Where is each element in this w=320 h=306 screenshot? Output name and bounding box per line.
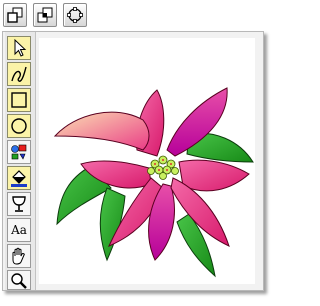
color-tool[interactable] xyxy=(7,140,31,164)
select-tool[interactable] xyxy=(7,36,31,60)
bring-to-front-button[interactable] xyxy=(3,3,27,27)
ellipse-tool[interactable] xyxy=(7,114,31,138)
rotate-button[interactable] xyxy=(63,3,87,27)
rotate-icon xyxy=(67,7,83,23)
rectangle-tool[interactable] xyxy=(7,88,31,112)
curve-tool[interactable] xyxy=(7,62,31,86)
magnifier-icon xyxy=(11,273,27,289)
drawing-canvas[interactable] xyxy=(39,38,255,284)
text-tool[interactable]: Aa xyxy=(7,218,31,242)
fill-tool[interactable] xyxy=(7,166,31,190)
poinsettia-illustration xyxy=(53,87,254,278)
ellipse-icon xyxy=(11,118,27,134)
color-palette-icon xyxy=(11,144,27,160)
send-to-back-icon xyxy=(37,7,53,23)
rectangle-icon xyxy=(11,92,27,108)
zoom-tool[interactable] xyxy=(7,270,31,290)
transparency-tool[interactable] xyxy=(7,192,31,216)
freehand-curve-icon xyxy=(11,66,27,82)
arrow-select-icon xyxy=(14,38,27,57)
text-tool-icon: Aa xyxy=(11,223,27,237)
send-to-back-button[interactable] xyxy=(33,3,57,27)
paint-bucket-icon xyxy=(11,170,27,187)
goblet-icon xyxy=(12,196,26,212)
hand-pan-icon xyxy=(12,247,25,265)
drawing-window: Aa xyxy=(2,31,264,291)
tool-palette: Aa xyxy=(5,32,36,290)
pan-tool[interactable] xyxy=(7,244,31,268)
bring-to-front-icon xyxy=(7,7,23,23)
